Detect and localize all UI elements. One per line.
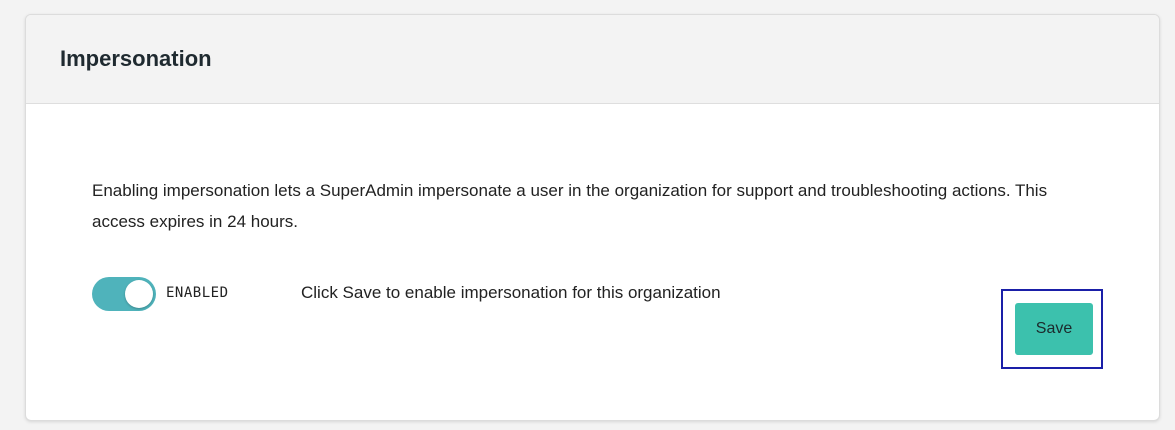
card-header: Impersonation bbox=[26, 15, 1159, 104]
toggle-knob bbox=[125, 280, 153, 308]
toggle-status-label: ENABLED bbox=[166, 285, 229, 301]
impersonation-toggle[interactable] bbox=[92, 277, 156, 311]
page-title: Impersonation bbox=[60, 46, 212, 71]
impersonation-card: Impersonation Enabling impersonation let… bbox=[25, 14, 1160, 421]
save-button-highlight: Save bbox=[1001, 289, 1103, 369]
impersonation-description: Enabling impersonation lets a SuperAdmin… bbox=[92, 181, 1048, 231]
save-button[interactable]: Save bbox=[1015, 303, 1093, 355]
save-hint-text: Click Save to enable impersonation for t… bbox=[301, 283, 721, 302]
